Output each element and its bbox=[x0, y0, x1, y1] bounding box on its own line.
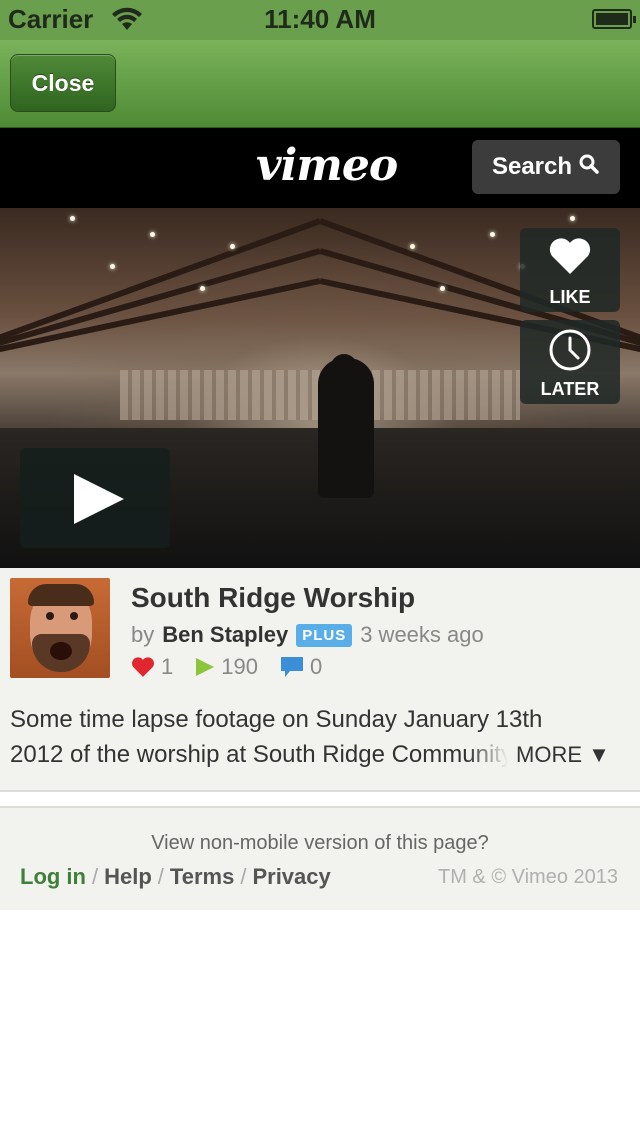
login-link[interactable]: Log in bbox=[20, 864, 86, 890]
search-icon bbox=[578, 153, 600, 182]
separator: / bbox=[91, 864, 99, 889]
close-button[interactable]: Close bbox=[10, 54, 116, 112]
likes-count: 1 bbox=[161, 654, 174, 679]
privacy-link[interactable]: Privacy bbox=[252, 864, 330, 890]
help-link[interactable]: Help bbox=[104, 864, 152, 890]
status-bar: Carrier 11:40 AM bbox=[0, 0, 640, 40]
play-icon bbox=[74, 474, 124, 524]
separator: / bbox=[240, 864, 247, 889]
comments-stat: 0 bbox=[280, 654, 322, 680]
description-line-1: Some time lapse footage on Sunday Januar… bbox=[10, 706, 543, 733]
comment-icon bbox=[280, 657, 303, 677]
by-label: by bbox=[131, 622, 155, 647]
avatar[interactable] bbox=[10, 578, 110, 678]
heart-icon bbox=[132, 657, 154, 677]
plus-badge: PLUS bbox=[296, 623, 353, 647]
copyright: TM & © Vimeo 2013 bbox=[438, 866, 618, 888]
terms-link[interactable]: Terms bbox=[170, 864, 234, 890]
vimeo-header: vimeo Search bbox=[0, 128, 640, 208]
divider bbox=[0, 790, 640, 792]
author-link[interactable]: Ben Stapley bbox=[162, 622, 288, 648]
posted-time: 3 weeks ago bbox=[360, 622, 484, 647]
search-label: Search bbox=[491, 153, 573, 180]
plays-stat: 190 bbox=[195, 654, 258, 680]
footer-links: Log in / Help / Terms / Privacy bbox=[20, 864, 331, 890]
comments-count: 0 bbox=[309, 654, 323, 679]
like-label: LIKE bbox=[549, 287, 591, 307]
plays-count: 190 bbox=[221, 654, 258, 679]
play-icon bbox=[196, 658, 215, 676]
heart-icon bbox=[549, 238, 591, 274]
battery-icon bbox=[592, 9, 636, 29]
vimeo-logo[interactable]: vimeo bbox=[256, 140, 398, 191]
likes-stat: 1 bbox=[131, 654, 173, 680]
clock-icon bbox=[549, 329, 591, 371]
clock-time: 11:40 AM bbox=[264, 4, 376, 34]
byline: by Ben Stapley PLUS 3 weeks ago bbox=[131, 622, 484, 648]
like-button[interactable]: LIKE bbox=[520, 228, 620, 312]
separator: / bbox=[157, 864, 164, 889]
description-line-2: 2012 of the worship at South Ridge Commu… bbox=[10, 741, 508, 768]
navigation-bar: Close bbox=[0, 40, 640, 128]
search-button[interactable]: Search bbox=[472, 140, 620, 194]
later-label: LATER bbox=[540, 379, 600, 399]
video-description: Some time lapse footage on Sunday Januar… bbox=[10, 702, 630, 772]
video-info: South Ridge Worship by Ben Stapley PLUS … bbox=[0, 568, 640, 790]
play-button[interactable] bbox=[20, 448, 170, 548]
video-title[interactable]: South Ridge Worship bbox=[131, 582, 415, 614]
non-mobile-link[interactable]: View non-mobile version of this page? bbox=[0, 832, 640, 855]
watch-later-button[interactable]: LATER bbox=[520, 320, 620, 404]
more-button[interactable]: MORE ▼ bbox=[516, 737, 610, 772]
video-player[interactable]: LIKE LATER bbox=[0, 208, 640, 568]
footer: View non-mobile version of this page? Lo… bbox=[0, 808, 640, 910]
video-stats: 1 190 0 bbox=[131, 654, 344, 680]
